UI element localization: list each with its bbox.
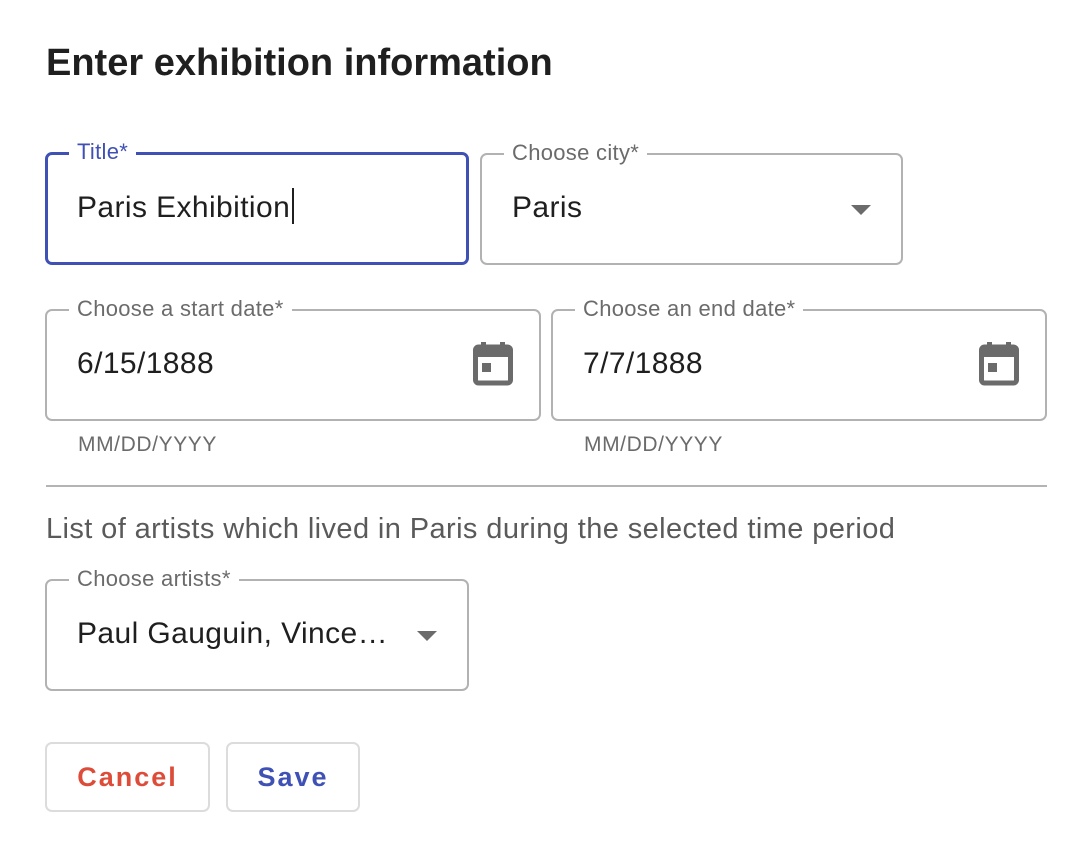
- calendar-icon[interactable]: [979, 342, 1019, 386]
- start-date-label: Choose a start date*: [69, 296, 292, 322]
- title-input[interactable]: Paris Exhibition: [77, 188, 295, 227]
- start-date-helper: MM/DD/YYYY: [78, 433, 218, 456]
- divider: [46, 485, 1047, 487]
- arrow-drop-down-icon[interactable]: [851, 205, 871, 215]
- save-button[interactable]: Save: [226, 742, 360, 812]
- artists-select[interactable]: Choose artists* Paul Gauguin, Vince…: [45, 566, 469, 691]
- end-date-helper: MM/DD/YYYY: [584, 433, 724, 456]
- end-date-input[interactable]: 7/7/1888: [583, 345, 703, 383]
- title-field-label: Title*: [69, 139, 137, 165]
- city-select-value: Paris: [512, 191, 583, 224]
- start-date-field[interactable]: Choose a start date* 6/15/1888: [45, 296, 541, 421]
- calendar-icon[interactable]: [473, 342, 513, 386]
- city-select-label: Choose city*: [504, 140, 648, 166]
- end-date-label: Choose an end date*: [575, 296, 804, 322]
- title-field[interactable]: Title* Paris Exhibition: [45, 139, 469, 265]
- title-input-value: Paris Exhibition: [77, 191, 291, 224]
- artists-select-label: Choose artists*: [69, 566, 239, 592]
- cancel-button[interactable]: Cancel: [45, 742, 210, 812]
- text-caret: [292, 188, 295, 224]
- city-select[interactable]: Choose city* Paris: [480, 140, 903, 265]
- end-date-field[interactable]: Choose an end date* 7/7/1888: [551, 296, 1047, 421]
- artists-select-value: Paul Gauguin, Vince…: [77, 617, 388, 650]
- start-date-input[interactable]: 6/15/1888: [77, 345, 214, 383]
- page-title: Enter exhibition information: [46, 42, 553, 84]
- artists-section-description: List of artists which lived in Paris dur…: [46, 513, 896, 545]
- arrow-drop-down-icon[interactable]: [417, 631, 437, 641]
